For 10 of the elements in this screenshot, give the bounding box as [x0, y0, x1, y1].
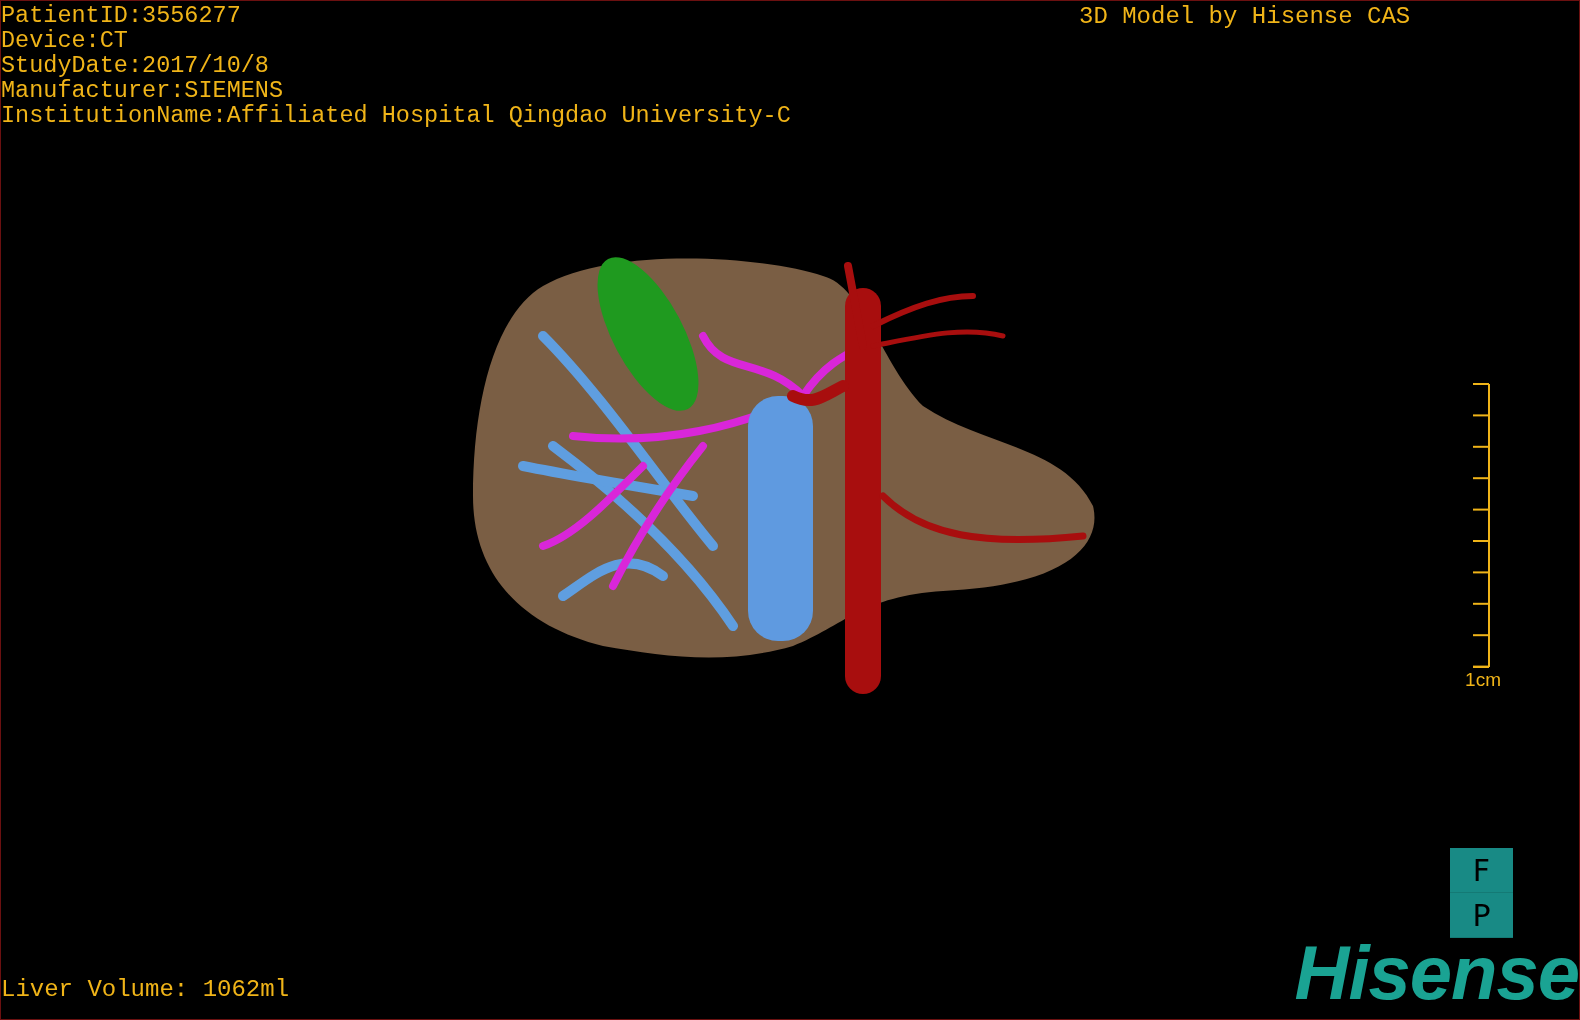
orientation-cube-face: P	[1450, 893, 1513, 938]
scale-label: 1cm	[1465, 670, 1501, 690]
study-info-text: PatientID:3556277	[1, 3, 242, 28]
viewer-title: 3D Model by Hisense CAS	[1079, 4, 1411, 29]
study-info-text: Manufacturer:SIEMENS	[1, 78, 285, 103]
liver-volume-text: Liver Volume: 1062ml	[1, 977, 290, 1003]
study-info-text: StudyDate:2017/10/8	[1, 53, 270, 78]
orientation-cube-face: F	[1450, 848, 1513, 893]
study-info-text: InstitutionName:Affiliated Hospital Qingdao University-C	[1, 103, 791, 128]
study-info-text: Device:CT	[1, 28, 129, 53]
